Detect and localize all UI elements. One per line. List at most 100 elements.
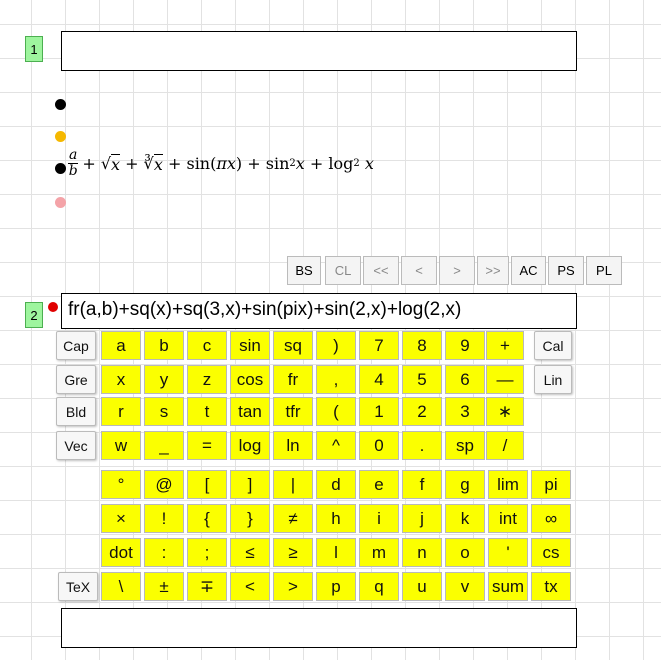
key-bottom-1-5[interactable]: h (316, 504, 356, 533)
key-bottom-0-10[interactable]: pi (531, 470, 571, 499)
key-top-3-6[interactable]: 0 (359, 431, 399, 460)
cell-3-input[interactable] (61, 608, 577, 648)
side-left-gre-button[interactable]: Gre (56, 365, 96, 394)
key-bottom-2-8[interactable]: o (445, 538, 485, 567)
key-top-3-7[interactable]: . (402, 431, 442, 460)
key-bottom-1-6[interactable]: i (359, 504, 399, 533)
key-top-2-8[interactable]: 3 (445, 397, 485, 426)
key-bottom-0-5[interactable]: d (316, 470, 356, 499)
key-bottom-1-10[interactable]: ∞ (531, 504, 571, 533)
key-top-0-7[interactable]: 8 (402, 331, 442, 360)
side-left-cap-button[interactable]: Cap (56, 331, 96, 360)
nav-button-4[interactable]: > (439, 256, 475, 285)
key-bottom-3-1[interactable]: ± (144, 572, 184, 601)
key-bottom-2-6[interactable]: m (359, 538, 399, 567)
key-bottom-2-3[interactable]: ≤ (230, 538, 270, 567)
nav-button-6[interactable]: AC (511, 256, 546, 285)
nav-button-2[interactable]: << (363, 256, 399, 285)
key-bottom-3-5[interactable]: p (316, 572, 356, 601)
key-top-0-0[interactable]: a (101, 331, 141, 360)
key-bottom-1-2[interactable]: { (187, 504, 227, 533)
side-left-bld-button[interactable]: Bld (56, 397, 96, 426)
key-bottom-3-4[interactable]: > (273, 572, 313, 601)
key-bottom-0-9[interactable]: lim (488, 470, 528, 499)
key-bottom-2-5[interactable]: l (316, 538, 356, 567)
key-top-1-0[interactable]: x (101, 365, 141, 394)
key-bottom-0-8[interactable]: g (445, 470, 485, 499)
key-top-1-7[interactable]: 5 (402, 365, 442, 394)
nav-button-8[interactable]: PL (586, 256, 622, 285)
cell-number-1[interactable]: 1 (25, 36, 43, 62)
key-bottom-0-4[interactable]: | (273, 470, 313, 499)
key-bottom-0-2[interactable]: [ (187, 470, 227, 499)
key-bottom-2-10[interactable]: cs (531, 538, 571, 567)
key-bottom-0-1[interactable]: @ (144, 470, 184, 499)
nav-button-1[interactable]: CL (325, 256, 361, 285)
key-bottom-1-0[interactable]: × (101, 504, 141, 533)
key-bottom-0-6[interactable]: e (359, 470, 399, 499)
key-top-0-5[interactable]: ) (316, 331, 356, 360)
key-bottom-1-1[interactable]: ! (144, 504, 184, 533)
key-bottom-3-7[interactable]: u (402, 572, 442, 601)
key-bottom-3-9[interactable]: sum (488, 572, 528, 601)
key-bottom-1-3[interactable]: } (230, 504, 270, 533)
nav-button-0[interactable]: BS (287, 256, 321, 285)
key-top-1-9[interactable]: — (486, 365, 524, 394)
key-top-0-2[interactable]: c (187, 331, 227, 360)
key-top-1-8[interactable]: 6 (445, 365, 485, 394)
key-bottom-3-10[interactable]: tx (531, 572, 571, 601)
key-top-2-3[interactable]: tan (230, 397, 270, 426)
key-bottom-3-3[interactable]: < (230, 572, 270, 601)
key-top-2-6[interactable]: 1 (359, 397, 399, 426)
tex-button[interactable]: TeX (58, 572, 98, 601)
key-top-1-3[interactable]: cos (230, 365, 270, 394)
key-top-3-4[interactable]: ln (273, 431, 313, 460)
key-bottom-3-6[interactable]: q (359, 572, 399, 601)
key-bottom-0-3[interactable]: ] (230, 470, 270, 499)
key-top-3-3[interactable]: log (230, 431, 270, 460)
nav-button-7[interactable]: PS (548, 256, 584, 285)
key-top-0-4[interactable]: sq (273, 331, 313, 360)
key-top-1-1[interactable]: y (144, 365, 184, 394)
key-top-1-2[interactable]: z (187, 365, 227, 394)
key-top-0-8[interactable]: 9 (445, 331, 485, 360)
key-top-3-9[interactable]: / (486, 431, 524, 460)
side-left-vec-button[interactable]: Vec (56, 431, 96, 460)
key-top-1-4[interactable]: fr (273, 365, 313, 394)
key-top-2-4[interactable]: tfr (273, 397, 313, 426)
key-bottom-2-9[interactable]: ' (488, 538, 528, 567)
key-top-2-7[interactable]: 2 (402, 397, 442, 426)
nav-button-5[interactable]: >> (477, 256, 509, 285)
cell-number-2[interactable]: 2 (25, 302, 43, 328)
key-top-3-5[interactable]: ^ (316, 431, 356, 460)
key-top-3-2[interactable]: = (187, 431, 227, 460)
side-right-cal-button[interactable]: Cal (534, 331, 572, 360)
key-bottom-0-0[interactable]: ° (101, 470, 141, 499)
key-top-3-8[interactable]: sp (445, 431, 485, 460)
key-bottom-1-8[interactable]: k (445, 504, 485, 533)
key-top-0-3[interactable]: sin (230, 331, 270, 360)
key-bottom-1-7[interactable]: j (402, 504, 442, 533)
key-top-2-9[interactable]: ∗ (486, 397, 524, 426)
key-top-2-2[interactable]: t (187, 397, 227, 426)
cell-1-input[interactable] (61, 31, 577, 71)
key-top-2-5[interactable]: ( (316, 397, 356, 426)
key-top-2-0[interactable]: r (101, 397, 141, 426)
key-bottom-2-2[interactable]: ; (187, 538, 227, 567)
key-bottom-0-7[interactable]: f (402, 470, 442, 499)
key-top-0-9[interactable]: + (486, 331, 524, 360)
key-top-1-5[interactable]: , (316, 365, 356, 394)
key-top-0-6[interactable]: 7 (359, 331, 399, 360)
key-bottom-2-0[interactable]: dot (101, 538, 141, 567)
key-bottom-3-8[interactable]: v (445, 572, 485, 601)
key-top-3-0[interactable]: w (101, 431, 141, 460)
key-bottom-1-9[interactable]: int (488, 504, 528, 533)
key-top-1-6[interactable]: 4 (359, 365, 399, 394)
nav-button-3[interactable]: < (401, 256, 437, 285)
key-top-3-1[interactable]: _ (144, 431, 184, 460)
key-top-2-1[interactable]: s (144, 397, 184, 426)
key-top-0-1[interactable]: b (144, 331, 184, 360)
side-right-lin-button[interactable]: Lin (534, 365, 572, 394)
key-bottom-2-7[interactable]: n (402, 538, 442, 567)
key-bottom-1-4[interactable]: ≠ (273, 504, 313, 533)
